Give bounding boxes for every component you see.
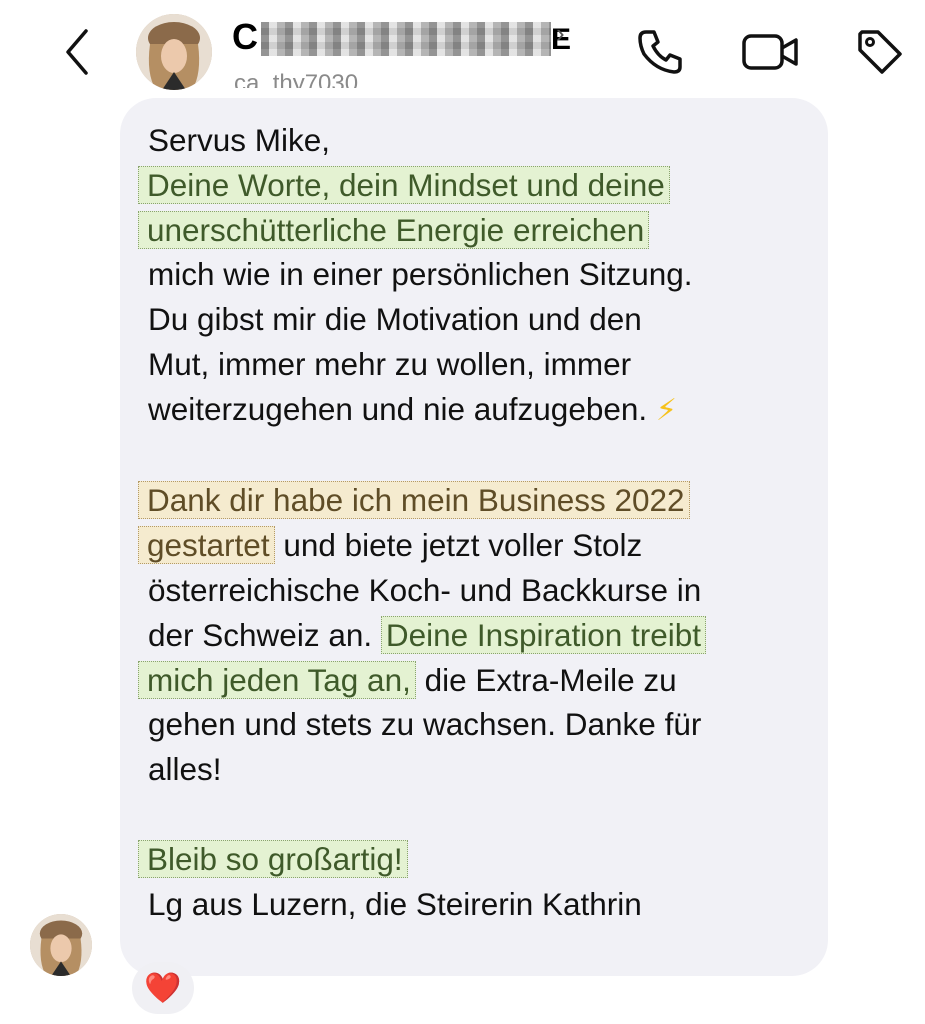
text-line: Du gibst mir die Motivation und den xyxy=(148,301,642,338)
contact-avatar[interactable] xyxy=(136,14,212,90)
chevron-right-icon[interactable]: › xyxy=(556,18,565,49)
message-bubble[interactable]: Servus Mike, Deine Worte, dein Mindset u… xyxy=(120,98,828,976)
text-line: Mut, immer mehr zu wollen, immer xyxy=(148,345,632,382)
phone-icon xyxy=(638,30,682,74)
highlight-green: unerschütterliche Energie erreichen xyxy=(138,210,650,249)
back-button[interactable] xyxy=(52,22,102,82)
text-fragment: der Schweiz an. xyxy=(148,616,381,653)
text-line: mich wie in einer persönlichen Sitzung. xyxy=(148,256,693,293)
text-line: weiterzugehen und nie aufzugeben. xyxy=(148,390,648,427)
text-line: gehen und stets zu wachsen. Danke für xyxy=(148,706,702,743)
highlight-yellow: Dank dir habe ich mein Business 2022 xyxy=(138,481,690,520)
signoff-line: Lg aus Luzern, die Steirerin Kathrin xyxy=(148,885,642,922)
text-fragment: die Extra-Meile zu xyxy=(415,661,677,698)
highlight-green: Deine Worte, dein Mindset und deine xyxy=(138,165,670,204)
redacted-name-block xyxy=(261,22,551,57)
voice-call-button[interactable] xyxy=(630,22,690,82)
back-chevron-icon xyxy=(66,29,88,75)
tag-icon xyxy=(858,30,902,74)
highlight-green: Bleib so großartig! xyxy=(138,839,408,878)
chat-header: CE › ca_thy7030 xyxy=(0,0,925,100)
sender-avatar[interactable] xyxy=(30,914,92,976)
lightning-emoji: ⚡ xyxy=(655,393,677,427)
heart-icon: ❤️ xyxy=(144,971,182,1005)
text-line: alles! xyxy=(148,751,222,788)
contact-name-visible: C xyxy=(232,16,259,57)
video-icon xyxy=(742,34,798,70)
video-call-button[interactable] xyxy=(740,22,800,82)
contact-handle: ca_thy7030 xyxy=(234,70,359,88)
highlight-green: mich jeden Tag an, xyxy=(138,660,416,699)
contact-name[interactable]: CE xyxy=(232,16,572,58)
highlight-green: Deine Inspiration treibt xyxy=(380,615,707,654)
text-fragment: und biete jetzt voller Stolz xyxy=(274,527,643,564)
heart-reaction[interactable]: ❤️ xyxy=(132,962,194,1014)
tag-button[interactable] xyxy=(850,22,910,82)
text-line: österreichische Koch- und Backkurse in xyxy=(148,571,702,608)
highlight-yellow: gestartet xyxy=(138,526,275,565)
message-text: Servus Mike, Deine Worte, dein Mindset u… xyxy=(138,118,808,926)
greeting-line: Servus Mike, xyxy=(148,122,331,158)
